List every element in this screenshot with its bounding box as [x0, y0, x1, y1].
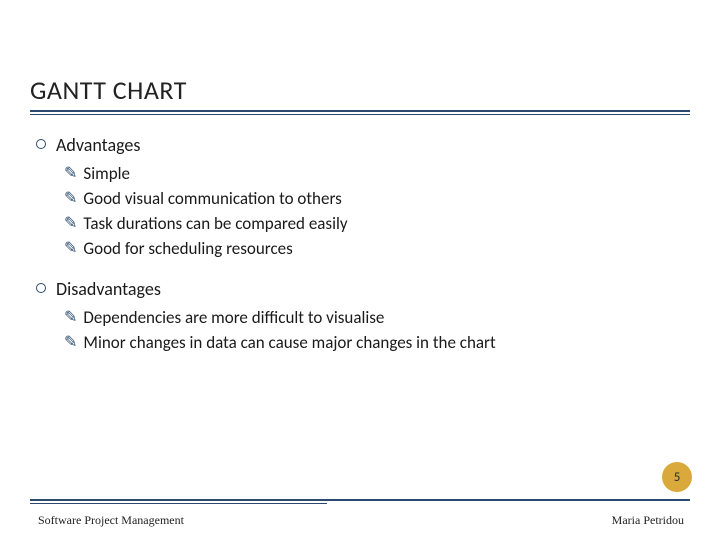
- advantages-list: ✎ Simple ✎ Good visual communication to …: [36, 163, 690, 261]
- list-item-text: Good visual communication to others: [83, 188, 341, 211]
- section-heading-row: Advantages: [36, 133, 690, 157]
- footer-left-text: Software Project Management: [38, 513, 184, 528]
- page-number-badge: 5: [662, 462, 692, 492]
- wave-bullet-icon: ✎: [64, 238, 77, 260]
- page-number: 5: [674, 470, 681, 485]
- section-heading: Advantages: [56, 133, 140, 157]
- slide: GANTT CHART Advantages ✎ Simple ✎ Good v…: [0, 0, 720, 540]
- section-heading: Disadvantages: [56, 277, 161, 301]
- footer-divider: [30, 499, 690, 504]
- wave-bullet-icon: ✎: [64, 163, 77, 185]
- slide-title: GANTT CHART: [30, 74, 690, 106]
- list-item: ✎ Dependencies are more difficult to vis…: [64, 307, 690, 330]
- circle-bullet-icon: [36, 283, 46, 293]
- list-item-text: Task durations can be compared easily: [83, 213, 347, 236]
- list-item: ✎ Minor changes in data can cause major …: [64, 332, 690, 355]
- circle-bullet-icon: [36, 139, 46, 149]
- list-item-text: Dependencies are more difficult to visua…: [83, 307, 384, 330]
- wave-bullet-icon: ✎: [64, 188, 77, 210]
- section-disadvantages: Disadvantages ✎ Dependencies are more di…: [36, 277, 690, 355]
- disadvantages-list: ✎ Dependencies are more difficult to vis…: [36, 307, 690, 355]
- list-item-text: Minor changes in data can cause major ch…: [83, 332, 495, 355]
- slide-content: Advantages ✎ Simple ✎ Good visual commun…: [30, 133, 690, 355]
- footer-right-text: Maria Petridou: [612, 513, 684, 528]
- wave-bullet-icon: ✎: [64, 307, 77, 329]
- title-divider: [30, 110, 690, 115]
- wave-bullet-icon: ✎: [64, 213, 77, 235]
- list-item: ✎ Good for scheduling resources: [64, 238, 690, 261]
- list-item-text: Simple: [83, 163, 130, 186]
- list-item: ✎ Good visual communication to others: [64, 188, 690, 211]
- section-heading-row: Disadvantages: [36, 277, 690, 301]
- wave-bullet-icon: ✎: [64, 332, 77, 354]
- list-item: ✎ Simple: [64, 163, 690, 186]
- section-advantages: Advantages ✎ Simple ✎ Good visual commun…: [36, 133, 690, 261]
- list-item-text: Good for scheduling resources: [83, 238, 292, 261]
- list-item: ✎ Task durations can be compared easily: [64, 213, 690, 236]
